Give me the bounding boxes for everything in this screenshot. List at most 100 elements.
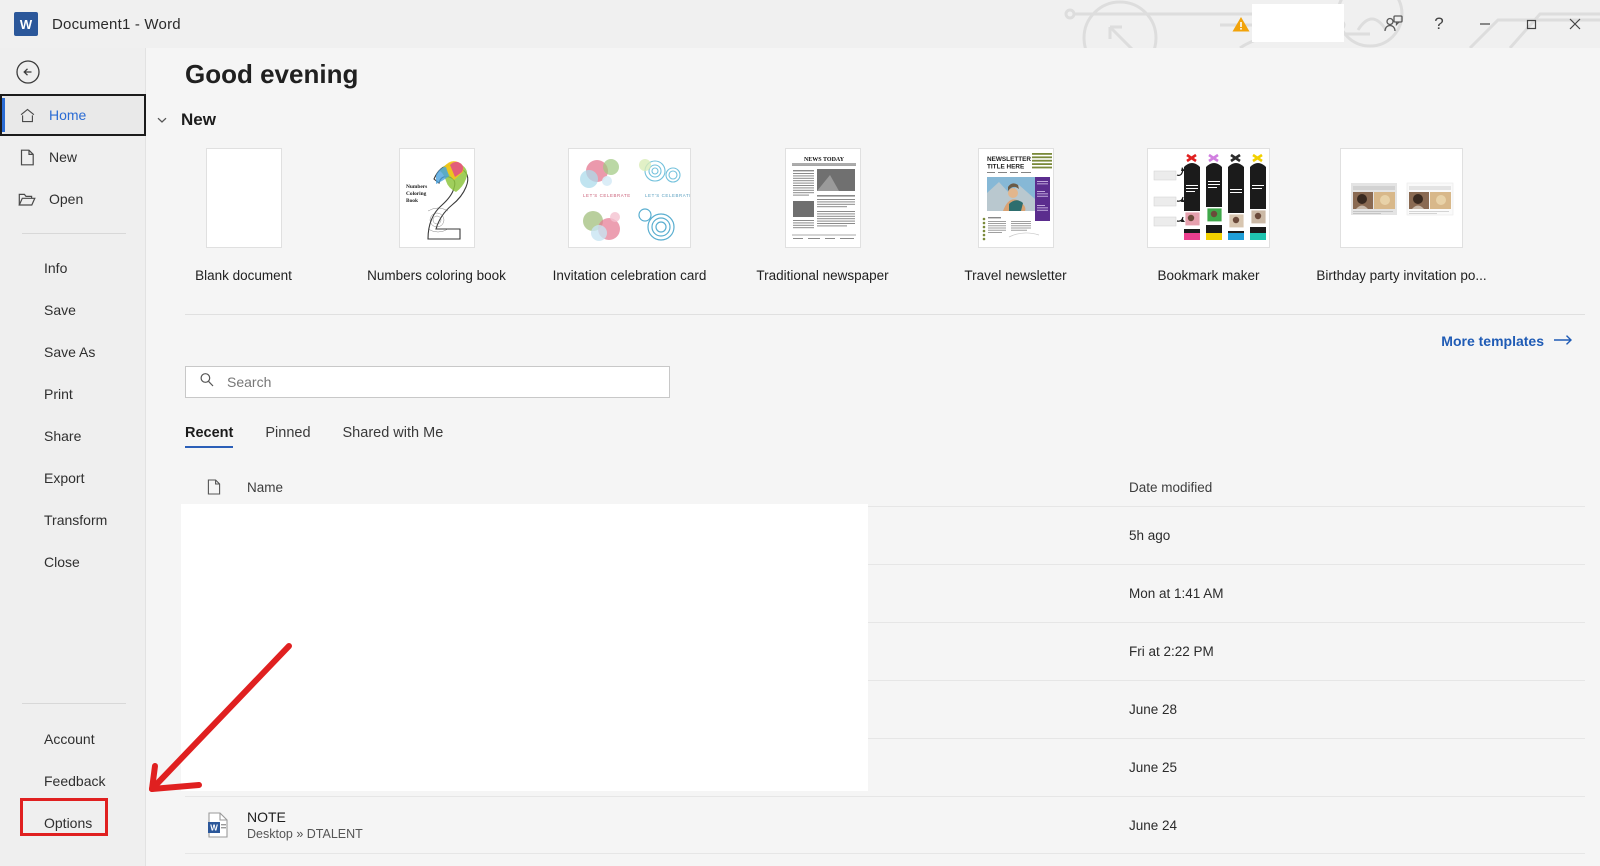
back-arrow-icon[interactable] [14,58,42,86]
tab-shared-with-me[interactable]: Shared with Me [343,425,444,448]
template-card[interactable]: NEWSLETTER TITLE HERE Travel newsletter [919,148,1112,283]
warning-triangle-icon[interactable] [1232,16,1250,32]
svg-text:Coloring: Coloring [406,191,427,197]
template-caption: Numbers coloring book [367,268,506,283]
sidebar-item-label: Transform [44,512,108,528]
sidebar-item-home[interactable]: Home [0,94,146,136]
column-header-name[interactable]: Name [247,480,283,495]
sidebar-item-save-as[interactable]: Save As [0,331,146,373]
svg-text:NEWSLETTER: NEWSLETTER [987,156,1031,163]
sidebar-item-close[interactable]: Close [0,541,146,583]
sidebar-item-new[interactable]: New [0,136,146,178]
sidebar-item-feedback[interactable]: Feedback [0,760,146,802]
template-card[interactable]: Blank document [147,148,340,283]
sidebar-item-label: Print [44,386,73,402]
sidebar-item-save[interactable]: Save [0,289,146,331]
sidebar-item-share[interactable]: Share [0,415,146,457]
file-name: NOTE [247,808,286,825]
tab-pinned[interactable]: Pinned [265,425,310,448]
template-caption: Blank document [195,268,292,283]
template-card[interactable]: Bookmark maker [1112,148,1305,283]
template-caption: Birthday party invitation po... [1316,268,1487,283]
account-person-icon[interactable] [1370,2,1416,46]
sidebar-item-label: Close [44,554,80,570]
sidebar-divider-bottom [22,703,126,704]
chevron-down-icon [155,113,169,127]
invitation-celebration-card-thumb: LET'S CELEBRATE LET'S CELEBRATE [568,148,691,248]
column-header-date[interactable]: Date modified [1129,480,1212,495]
svg-text:Numbers: Numbers [406,184,427,190]
minimize-button[interactable] [1462,2,1508,46]
sidebar-item-options[interactable]: Options [0,802,146,844]
file-date: Mon at 1:41 AM [1129,586,1224,601]
options-wrapper: Options [0,798,146,844]
new-section-label: New [181,110,216,129]
new-document-icon [18,148,36,166]
file-date: June 28 [1129,702,1178,717]
search-icon [199,372,215,393]
svg-text:W: W [210,824,218,833]
restore-button[interactable] [1508,2,1554,46]
template-caption: Travel newsletter [964,268,1067,283]
more-templates-link[interactable]: More templates [1441,333,1573,349]
backstage-main: Good evening New Blank document Numbers … [147,48,1600,866]
close-button[interactable] [1554,2,1600,46]
sidebar-item-label: Info [44,260,68,276]
blank-page-thumb [205,148,282,248]
svg-text:NEWS TODAY: NEWS TODAY [803,157,844,163]
new-section-header[interactable]: New [155,110,216,130]
traditional-newspaper-thumb: NEWS TODAY [784,148,861,248]
home-icon [18,106,36,124]
tab-recent[interactable]: Recent [185,425,234,448]
sidebar-item-label: Feedback [44,773,106,789]
sidebar-item-label: Account [44,731,95,747]
file-date: 5h ago [1129,528,1171,543]
sidebar-item-export[interactable]: Export [0,457,146,499]
document-icon [207,479,247,495]
file-date: June 24 [1129,817,1178,833]
help-button[interactable]: ? [1416,2,1462,46]
template-card[interactable]: NEWS TODAY Traditional newspaper [726,148,919,283]
active-accent-bar [2,98,5,132]
sidebar-item-info[interactable]: Info [0,247,146,289]
file-path: Desktop » DTALENT [247,826,363,841]
template-card[interactable]: LET'S CELEBRATE LET'S CELEBRATE Invitati… [533,148,726,283]
sidebar-item-label: Home [49,107,87,123]
sidebar-item-label: Save As [44,344,96,360]
sidebar-item-label: New [49,149,78,165]
template-caption: Traditional newspaper [756,268,889,283]
open-folder-icon [18,190,36,208]
template-card[interactable]: Birthday party invitation po... [1305,148,1498,283]
sidebar-item-transform[interactable]: Transform [0,499,146,541]
word-backstage-window: W Document1 - Word ? Home New Open Info … [0,0,1600,866]
section-divider [185,314,1585,315]
sidebar-item-account[interactable]: Account [0,718,146,760]
sidebar-primary-nav: Home New Open Info Save Save As Print Sh… [0,94,146,583]
birthday-party-invitation-thumb [1340,148,1463,248]
title-bar: W Document1 - Word ? [0,0,1600,48]
file-date: Fri at 2:22 PM [1129,644,1214,659]
sidebar-item-label: Export [44,470,85,486]
arrow-right-icon [1553,333,1573,349]
sidebar-divider [22,233,126,234]
window-title: Document1 - Word [52,15,181,33]
sidebar-item-label: Options [44,815,93,831]
search-input[interactable]: Search [185,366,670,398]
sidebar-item-label: Share [44,428,82,444]
template-card[interactable]: Numbers Coloring Book Numbers coloring b… [340,148,533,283]
sidebar-item-open[interactable]: Open [0,178,146,220]
redacted-account-name [1252,4,1344,42]
redacted-file-names-overlay [181,504,868,791]
table-header: Name Date modified [185,468,1585,506]
svg-text:Book: Book [406,198,418,204]
template-gallery: Blank document Numbers Coloring Book Num… [147,148,1600,283]
more-templates-label: More templates [1441,333,1544,349]
sidebar-item-label: Save [44,302,76,318]
file-date: June 25 [1129,760,1178,775]
table-row[interactable]: W NOTE Desktop » DTALENT June 24 [185,796,1585,854]
svg-text:TITLE HERE: TITLE HERE [987,164,1025,171]
sidebar-item-print[interactable]: Print [0,373,146,415]
file-list-tabs: Recent Pinned Shared with Me [185,425,443,448]
sidebar-item-label: Open [49,191,84,207]
page-title: Good evening [185,59,359,89]
